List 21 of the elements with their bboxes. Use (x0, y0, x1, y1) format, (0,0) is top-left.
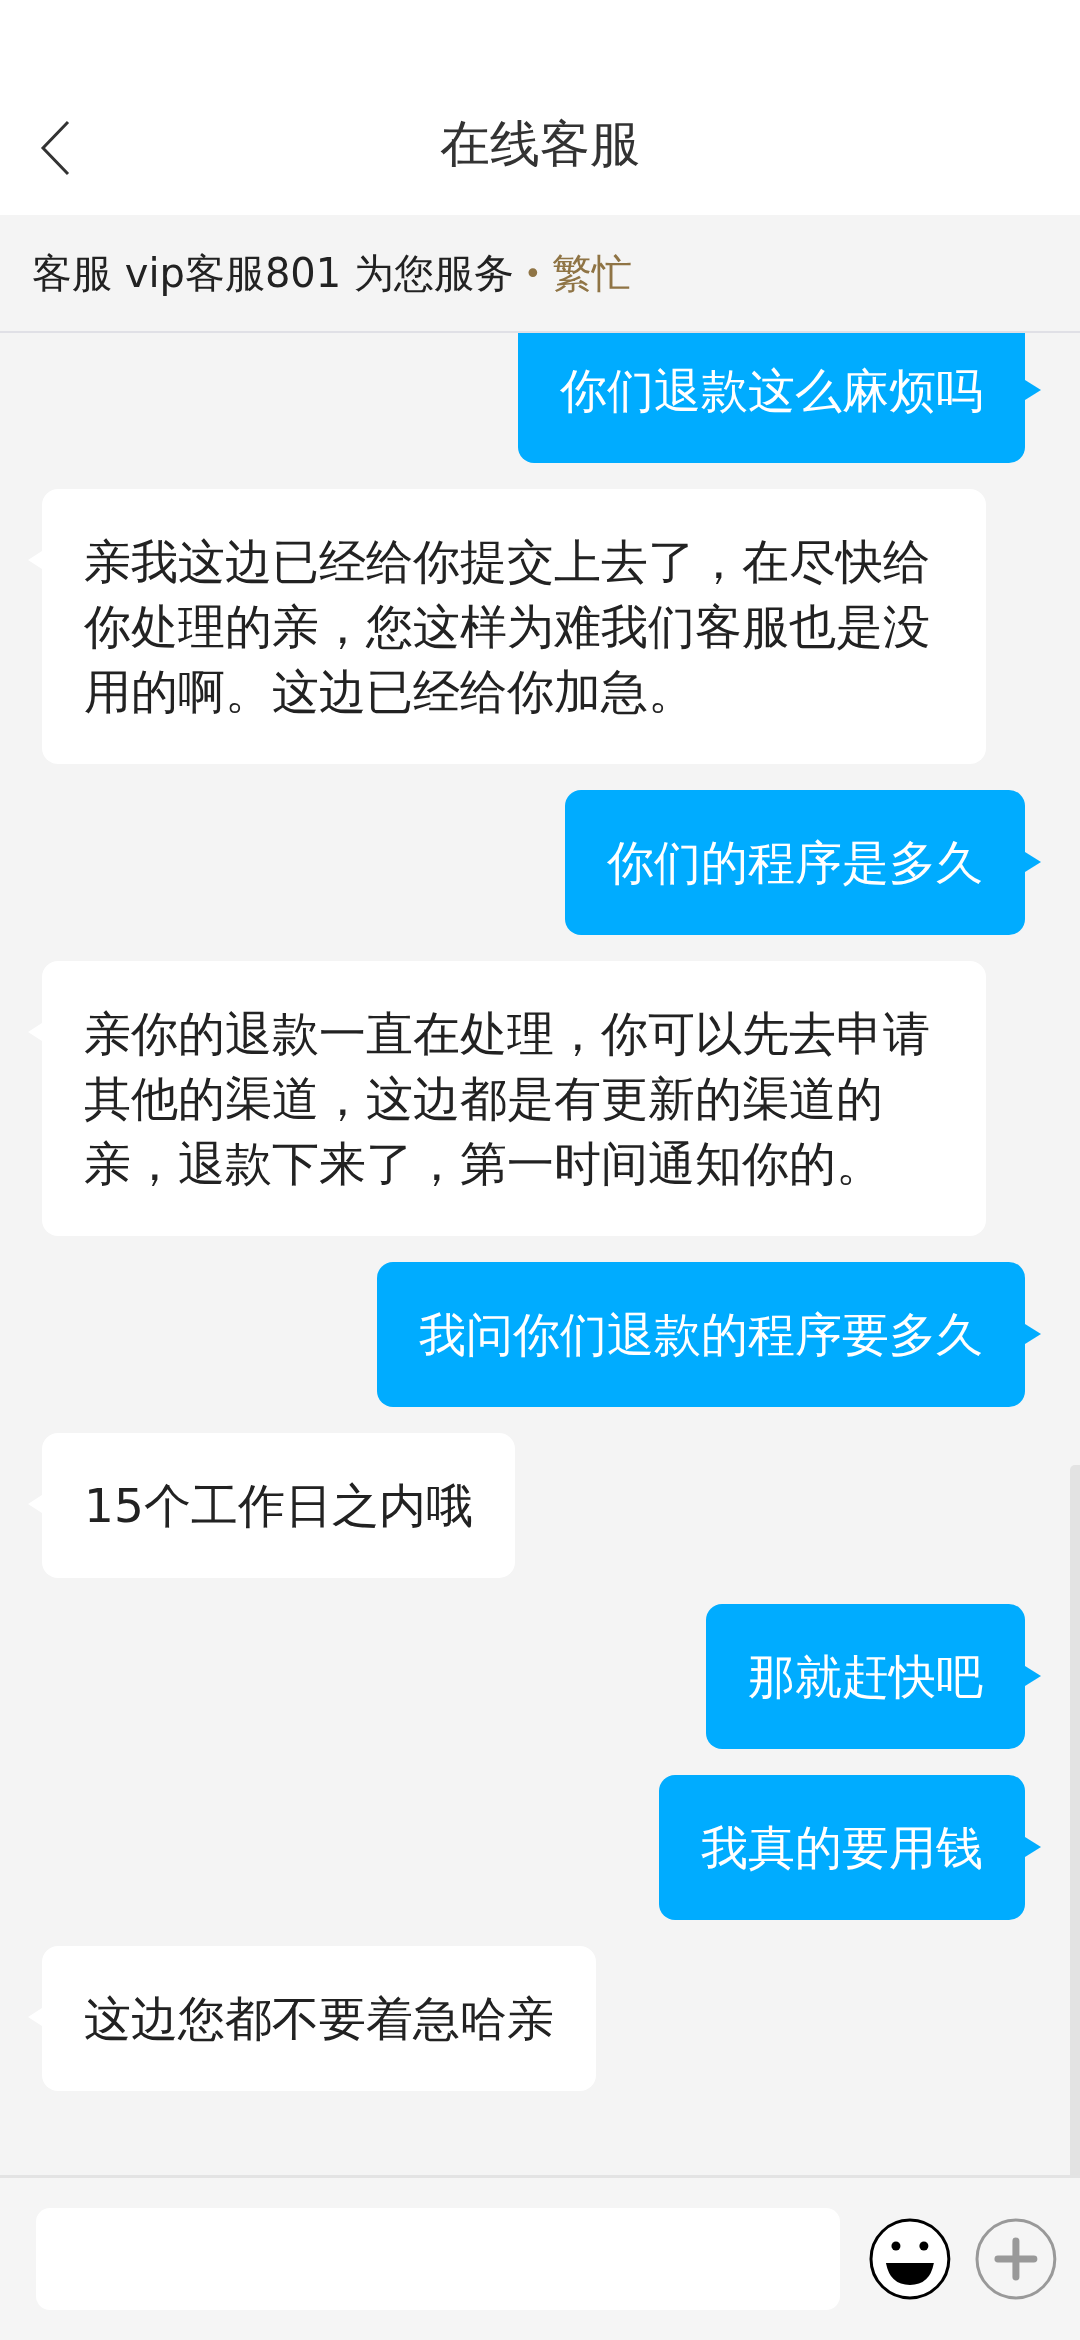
bubble-tail (1025, 852, 1041, 872)
emoji-icon[interactable] (868, 2217, 953, 2301)
bubble-tail (1025, 1837, 1041, 1857)
agent-status: 繁忙 (551, 248, 632, 298)
bubble-tail (1025, 380, 1041, 400)
message-bubble: 亲你的退款一直在处理，你可以先去申请其他的渠道，这边都是有更新的渠道的亲，退款下来了，第一时间通知你的。 (42, 961, 986, 1236)
bubble-tail (1025, 1324, 1041, 1344)
message-bubble: 你们的程序是多久 (565, 790, 1025, 935)
message-bubble: 15个工作日之内哦 (42, 1433, 515, 1578)
plus-icon[interactable] (974, 2217, 1058, 2301)
message-bubble: 我真的要用钱 (659, 1775, 1025, 1920)
message-bubble: 这边您都不要着急哈亲 (42, 1946, 596, 2091)
message-bubble: 那就赶快吧 (706, 1604, 1025, 1749)
back-icon[interactable] (40, 120, 70, 176)
separator-dot: • (523, 255, 542, 291)
agent-info: 客服 vip客服801 为您服务 (32, 248, 514, 298)
bubble-tail (1025, 1666, 1041, 1686)
message-bubble: 亲我这边已经给你提交上去了，在尽快给你处理的亲，您这样为难我们客服也是没用的啊。这边已经给你加急。 (42, 489, 986, 764)
page-title: 在线客服 (440, 114, 640, 175)
message-bubble: 你们退款这么麻烦吗 (518, 333, 1025, 463)
message-bubble: 我问你们退款的程序要多久 (377, 1262, 1025, 1407)
